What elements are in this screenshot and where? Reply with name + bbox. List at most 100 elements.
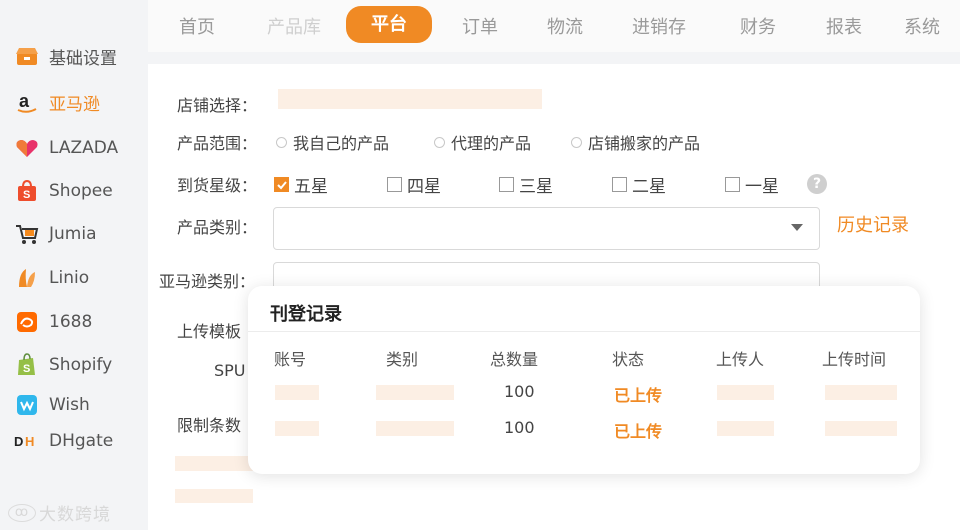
star-checkbox-four[interactable]: 四星	[387, 172, 441, 197]
range-radio-store-move[interactable]: 店铺搬家的产品	[571, 130, 700, 154]
sidebar-item-dhgate[interactable]: DH DHgate	[14, 428, 113, 454]
popup-title: 刊登记录	[270, 304, 342, 325]
cell-status: 已上传	[614, 422, 663, 441]
checkbox-label: 二星	[632, 177, 666, 197]
shopee-bag-icon: S	[14, 180, 40, 202]
store-icon	[14, 45, 40, 67]
sidebar-item-linio[interactable]: Linio	[14, 265, 89, 291]
product-category-label: 产品类别：	[177, 218, 258, 237]
checkbox-box	[387, 177, 402, 192]
nav-tab-system[interactable]: 系统	[904, 13, 940, 39]
checkbox-box	[499, 177, 514, 192]
nav-tab-reports[interactable]: 报表	[826, 13, 862, 39]
amazon-logo-icon: a	[14, 91, 40, 113]
sidebar-item-jumia[interactable]: Jumia	[14, 221, 97, 247]
svg-text:S: S	[23, 363, 30, 375]
sidebar-item-label: Linio	[49, 268, 90, 288]
cell-total: 100	[504, 382, 535, 401]
sidebar-item-shopify[interactable]: S Shopify	[14, 352, 112, 378]
sidebar: 基础设置 a 亚马逊 LAZADA S Shopee Jumia Linio 1…	[0, 0, 148, 530]
watermark: ꝏ 大数跨境	[8, 500, 111, 525]
col-header-upload-time: 上传时间	[822, 350, 887, 369]
sidebar-item-shopee[interactable]: S Shopee	[14, 178, 113, 204]
range-radio-own[interactable]: 我自己的产品	[276, 130, 389, 154]
checkbox-box	[612, 177, 627, 192]
radio-label: 我自己的产品	[293, 134, 390, 153]
upload-template-label: 上传模板	[177, 322, 242, 341]
cell-upload-time	[825, 385, 897, 400]
sidebar-item-basic-settings[interactable]: 基础设置	[14, 43, 117, 69]
spu-label: SPU	[214, 361, 246, 380]
col-header-total: 总数量	[490, 350, 539, 369]
cell-status: 已上传	[614, 386, 663, 405]
cell-uploader	[717, 421, 774, 436]
sidebar-item-amazon[interactable]: a 亚马逊	[14, 89, 100, 115]
svg-text:H: H	[25, 434, 34, 449]
linio-icon	[14, 267, 40, 289]
sidebar-item-1688[interactable]: 1688	[14, 309, 92, 335]
checkbox-label: 三星	[519, 177, 553, 197]
dhgate-icon: DH	[14, 430, 40, 452]
check-icon	[276, 180, 287, 189]
cell-total: 100	[504, 418, 535, 437]
sidebar-item-lazada[interactable]: LAZADA	[14, 135, 118, 161]
watermark-text: 大数跨境	[39, 505, 111, 525]
cell-upload-time	[825, 421, 897, 436]
nav-tab-finance[interactable]: 财务	[740, 13, 776, 39]
svg-text:S: S	[23, 189, 30, 201]
app-window: 基础设置 a 亚马逊 LAZADA S Shopee Jumia Linio 1…	[0, 0, 960, 530]
product-category-select[interactable]	[273, 207, 820, 250]
placeholder-field	[175, 489, 253, 503]
watermark-logo-icon: ꝏ	[8, 503, 36, 522]
col-header-account: 账号	[274, 350, 307, 369]
cell-account	[275, 421, 319, 436]
checkbox-label: 一星	[745, 177, 779, 197]
sidebar-item-label: Wish	[49, 395, 90, 415]
chevron-down-icon	[791, 224, 803, 231]
checkbox-label: 五星	[294, 177, 328, 197]
shopify-bag-icon: S	[14, 353, 40, 376]
radio-circle	[571, 136, 582, 148]
sidebar-item-label: 亚马逊	[49, 94, 100, 115]
nav-tab-product-library[interactable]: 产品库	[267, 13, 321, 39]
sidebar-item-wish[interactable]: Wish	[14, 392, 90, 418]
star-checkbox-one[interactable]: 一星	[725, 172, 779, 197]
range-radio-agent[interactable]: 代理的产品	[434, 130, 531, 154]
lazada-heart-icon	[14, 137, 40, 159]
help-icon[interactable]: ?	[807, 174, 827, 194]
star-checkbox-two[interactable]: 二星	[612, 172, 666, 197]
star-level-label: 到货星级：	[177, 176, 258, 195]
cell-account	[275, 385, 319, 400]
limit-count-label: 限制条数	[177, 416, 242, 435]
sidebar-item-label: LAZADA	[49, 138, 119, 158]
col-header-uploader: 上传人	[716, 350, 765, 369]
cell-category	[376, 421, 454, 436]
history-link[interactable]: 历史记录	[837, 211, 909, 237]
nav-tab-platform[interactable]: 平台	[346, 6, 432, 43]
sidebar-item-label: Shopify	[49, 355, 113, 375]
radio-circle	[276, 136, 287, 148]
radio-circle	[434, 136, 445, 148]
store-select-value[interactable]	[278, 89, 542, 109]
placeholder-field	[175, 456, 253, 471]
radio-label: 代理的产品	[451, 134, 532, 153]
nav-tab-inventory[interactable]: 进销存	[632, 13, 686, 39]
checkbox-box	[274, 177, 289, 192]
top-nav: 首页 产品库 平台 订单 物流 进销存 财务 报表 系统	[148, 0, 960, 52]
nav-tab-orders[interactable]: 订单	[462, 13, 498, 39]
radio-label: 店铺搬家的产品	[588, 134, 701, 153]
nav-tab-logistics[interactable]: 物流	[547, 13, 583, 39]
wish-icon	[14, 394, 40, 416]
svg-text:D: D	[14, 434, 23, 449]
nav-tab-home[interactable]: 首页	[179, 13, 215, 39]
sidebar-item-label: Jumia	[49, 224, 97, 244]
svg-text:a: a	[19, 91, 30, 111]
product-range-label: 产品范围：	[177, 134, 258, 153]
col-header-category: 类别	[386, 350, 419, 369]
sidebar-item-label: 基础设置	[49, 48, 117, 69]
sidebar-item-label: 1688	[49, 312, 93, 332]
publish-records-popup: 刊登记录 账号 类别 总数量 状态 上传人 上传时间 100 已上传 100 已…	[248, 286, 920, 474]
star-checkbox-five[interactable]: 五星	[274, 172, 328, 197]
star-checkbox-three[interactable]: 三星	[499, 172, 553, 197]
store-select-label: 店铺选择：	[177, 96, 258, 115]
